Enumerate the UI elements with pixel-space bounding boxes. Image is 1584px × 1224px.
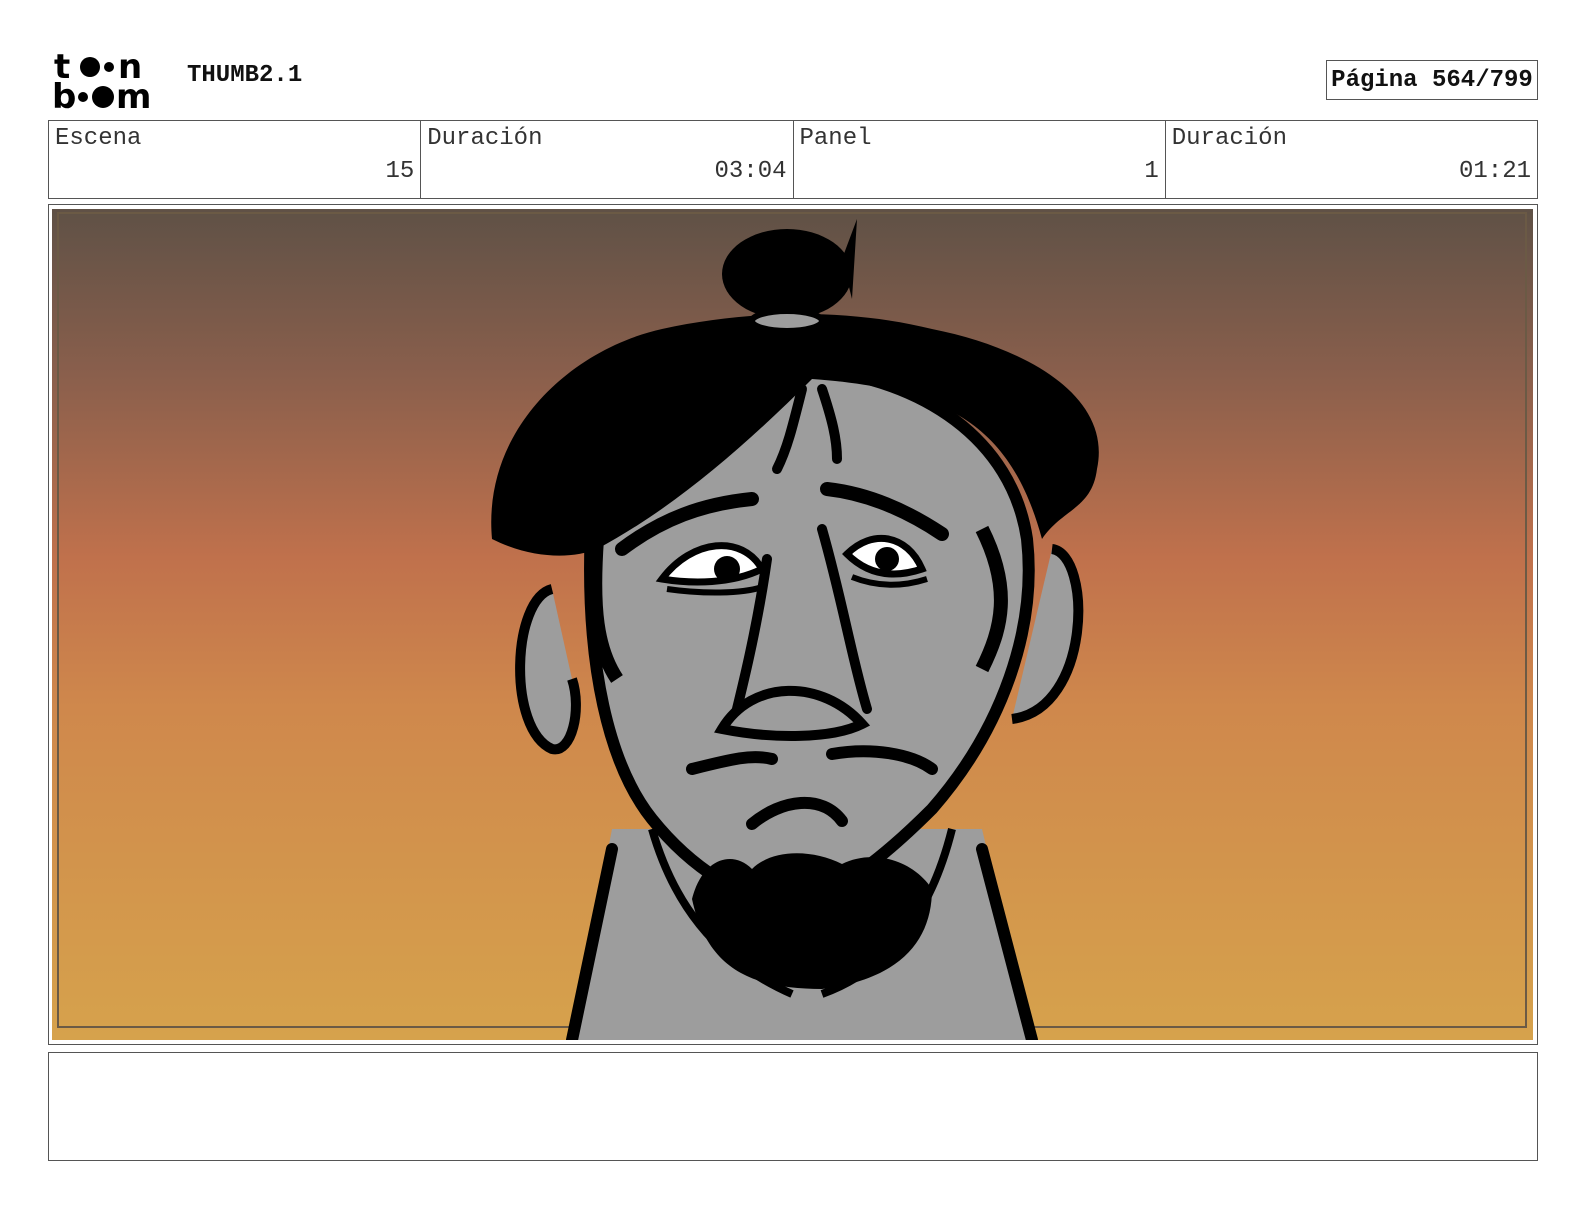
panel-duration-value: 01:21	[1458, 158, 1531, 185]
panel-duration-label: Duración	[1171, 125, 1287, 152]
page-indicator: Página 564/799	[1326, 60, 1538, 100]
scene-info-row: Escena 15 Duración 03:04 Panel 1 Duració…	[48, 120, 1538, 199]
panel-value: 1	[1144, 158, 1159, 185]
scene-cell: Escena 15	[49, 121, 422, 198]
scene-label: Escena	[55, 125, 142, 152]
toon-boom-logo: t n b m	[52, 50, 164, 112]
panel-notes-box	[48, 1052, 1538, 1161]
scene-duration-label: Duración	[427, 125, 543, 152]
panel-label: Panel	[799, 125, 872, 152]
storyboard-panel-image	[52, 209, 1533, 1040]
svg-text:m: m	[116, 77, 151, 112]
panel-duration-cell: Duración 01:21	[1166, 121, 1537, 198]
storyboard-panel-frame	[48, 204, 1538, 1045]
svg-text:b: b	[52, 77, 76, 112]
panel-cell: Panel 1	[794, 121, 1166, 198]
scene-value: 15	[385, 158, 415, 185]
document-title: THUMB2.1	[187, 62, 303, 89]
scene-duration-value: 03:04	[714, 158, 787, 185]
scene-duration-cell: Duración 03:04	[421, 121, 794, 198]
